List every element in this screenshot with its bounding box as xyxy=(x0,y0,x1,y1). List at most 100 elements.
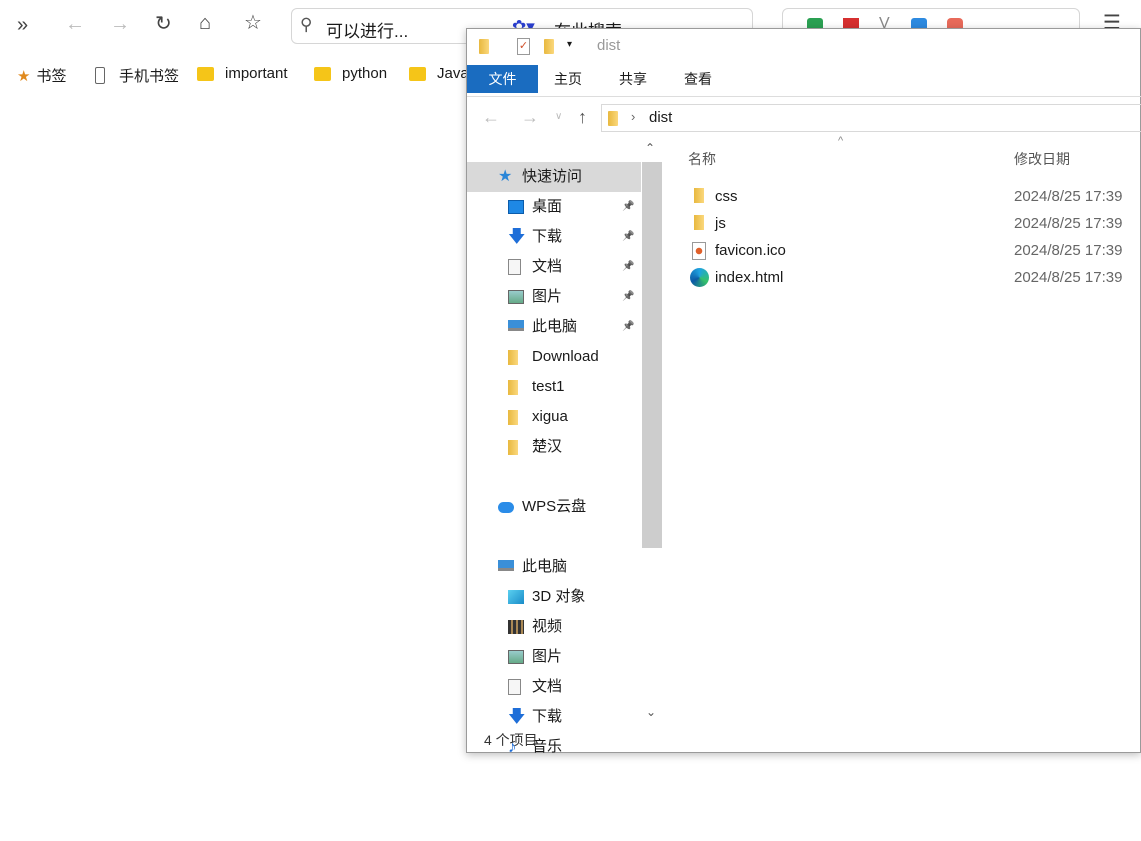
nav-item[interactable]: 文档 📌 xyxy=(467,252,641,282)
bookmark-item[interactable]: Java xyxy=(409,65,469,82)
nav-item[interactable]: Download xyxy=(467,342,641,372)
nav-item-label: 下载 xyxy=(532,228,563,245)
back-icon[interactable]: ← xyxy=(65,14,85,34)
search-icon: ⚲ xyxy=(300,15,313,34)
star-icon: ★ xyxy=(498,168,513,185)
nav-item[interactable]: 图片 📌 xyxy=(467,282,641,312)
address-path[interactable]: › dist xyxy=(601,104,1141,132)
nav-item[interactable]: 楚汉 xyxy=(467,432,641,462)
nav-item-label: Download xyxy=(532,348,599,365)
nav-item-label: 下载 xyxy=(532,708,563,725)
reload-icon[interactable]: ↻ xyxy=(155,14,172,34)
nav-item-label: WPS云盘 xyxy=(522,498,587,515)
nav-item[interactable]: WPS云盘 xyxy=(467,492,641,522)
folder-icon xyxy=(608,111,618,126)
status-item-count: 4 个项目 xyxy=(484,732,538,748)
nav-item-label: test1 xyxy=(532,378,565,395)
navigation-pane: ★ 快速访问桌面 📌 🡇 下载 📌 文档 📌 图片 📌 此电脑 📌 Download test1 xigua… xyxy=(467,162,642,756)
download-icon: 🡇 xyxy=(508,227,526,246)
nav-item[interactable]: 文档 xyxy=(467,672,641,702)
nav-item[interactable]: 图片 xyxy=(467,642,641,672)
nav-item[interactable]: 🡇 下载 xyxy=(467,702,641,732)
file-row[interactable]: index.html 2024/8/25 17:39 xyxy=(689,264,1139,291)
nav-item[interactable]: 3D 对象 xyxy=(467,582,641,612)
nav-item[interactable]: 🡇 下载 📌 xyxy=(467,222,641,252)
bookmark-item[interactable]: python xyxy=(314,65,387,82)
column-header-name[interactable]: 名称 xyxy=(688,149,716,169)
tab-view[interactable]: 查看 xyxy=(668,65,728,93)
nav-item[interactable]: 此电脑 📌 xyxy=(467,312,641,342)
cube-icon xyxy=(508,590,524,604)
pin-icon[interactable]: 📌 xyxy=(622,252,634,282)
nav-item-label: 桌面 xyxy=(532,198,563,215)
folder-icon xyxy=(694,215,704,230)
file-row[interactable]: js 2024/8/25 17:39 xyxy=(689,210,1139,237)
file-name: css xyxy=(715,188,738,205)
nav-item[interactable]: ★ 快速访问 xyxy=(467,162,641,192)
nav-item-label: 此电脑 xyxy=(532,318,578,335)
forward-icon[interactable]: → xyxy=(110,14,130,34)
file-explorer-window: ✓ ▾ dist 文件 主页 共享 查看 ← → ∨ ↑ › dist ★ 快速访… xyxy=(466,28,1141,756)
desktop-icon xyxy=(508,200,524,214)
nav-item[interactable]: 桌面 📌 xyxy=(467,192,641,222)
chevron-right-icon[interactable]: › xyxy=(631,109,635,124)
file-name: js xyxy=(715,215,726,232)
nav-item[interactable]: xigua xyxy=(467,402,641,432)
tab-file[interactable]: 文件 xyxy=(467,65,538,93)
nav-item-label: 楚汉 xyxy=(532,438,563,455)
pin-icon[interactable]: 📌 xyxy=(622,312,634,342)
pin-icon[interactable]: 📌 xyxy=(622,282,634,312)
scroll-down-icon[interactable]: ⌄ xyxy=(646,705,656,719)
nav-item-label: 文档 xyxy=(532,258,563,275)
bookmark-star-icon[interactable]: ☆ xyxy=(244,13,262,33)
file-modified-date: 2024/8/25 17:39 xyxy=(1014,269,1123,286)
file-modified-date: 2024/8/25 17:39 xyxy=(1014,188,1123,205)
computer-icon xyxy=(498,560,514,571)
tab-home[interactable]: 主页 xyxy=(538,65,598,93)
scroll-up-icon[interactable]: ⌃ xyxy=(645,141,655,155)
nav-item-label: 视频 xyxy=(532,618,563,635)
pin-icon[interactable]: 📌 xyxy=(622,222,634,252)
tab-share[interactable]: 共享 xyxy=(603,65,663,93)
back-icon[interactable]: ← xyxy=(482,107,500,128)
nav-item-label: xigua xyxy=(532,408,568,425)
nav-item-label: 此电脑 xyxy=(522,558,568,575)
file-modified-date: 2024/8/25 17:39 xyxy=(1014,215,1123,232)
folder-icon xyxy=(508,440,518,455)
quick-access-dropdown-icon[interactable]: ▾ xyxy=(567,39,572,50)
path-segment[interactable]: dist xyxy=(649,109,672,126)
bookmark-item[interactable]: 手机书签 xyxy=(95,65,179,86)
bookmark-item[interactable]: ★ 书签 xyxy=(17,65,66,86)
nav-item-label: 图片 xyxy=(532,288,563,305)
home-icon[interactable]: ⌂ xyxy=(199,13,211,33)
file-row[interactable]: css 2024/8/25 17:39 xyxy=(689,183,1139,210)
ribbon-divider xyxy=(467,96,1141,97)
star-icon: ★ xyxy=(17,67,31,85)
column-header-modified[interactable]: 修改日期 xyxy=(1014,149,1070,169)
properties-icon[interactable]: ✓ xyxy=(517,38,530,55)
file-row[interactable]: favicon.ico 2024/8/25 17:39 xyxy=(689,237,1139,264)
nav-item[interactable]: 视频 xyxy=(467,612,641,642)
document-icon xyxy=(508,679,521,695)
recent-locations-icon[interactable]: ∨ xyxy=(555,111,562,122)
pin-icon[interactable]: 📌 xyxy=(622,192,634,222)
image-file-icon xyxy=(692,242,706,260)
bookmark-item[interactable]: important xyxy=(197,65,288,82)
sidebar-toggle-icon[interactable]: » xyxy=(17,15,28,35)
video-icon xyxy=(508,620,524,634)
download-icon: 🡇 xyxy=(508,707,526,726)
computer-icon xyxy=(508,320,524,331)
folder-icon xyxy=(508,380,518,395)
nav-item[interactable]: test1 xyxy=(467,372,641,402)
window-title: dist xyxy=(597,37,621,54)
up-icon[interactable]: ↑ xyxy=(578,107,587,128)
picture-icon xyxy=(508,650,524,664)
nav-scrollbar-thumb[interactable] xyxy=(642,162,662,548)
nav-item[interactable]: 此电脑 xyxy=(467,552,641,582)
new-folder-icon[interactable] xyxy=(544,39,554,54)
phone-icon xyxy=(95,67,105,84)
search-input[interactable]: 可以进行... xyxy=(326,17,408,42)
nav-item-label: 图片 xyxy=(532,648,563,665)
forward-icon[interactable]: → xyxy=(521,107,539,128)
cloud-icon xyxy=(498,502,514,513)
